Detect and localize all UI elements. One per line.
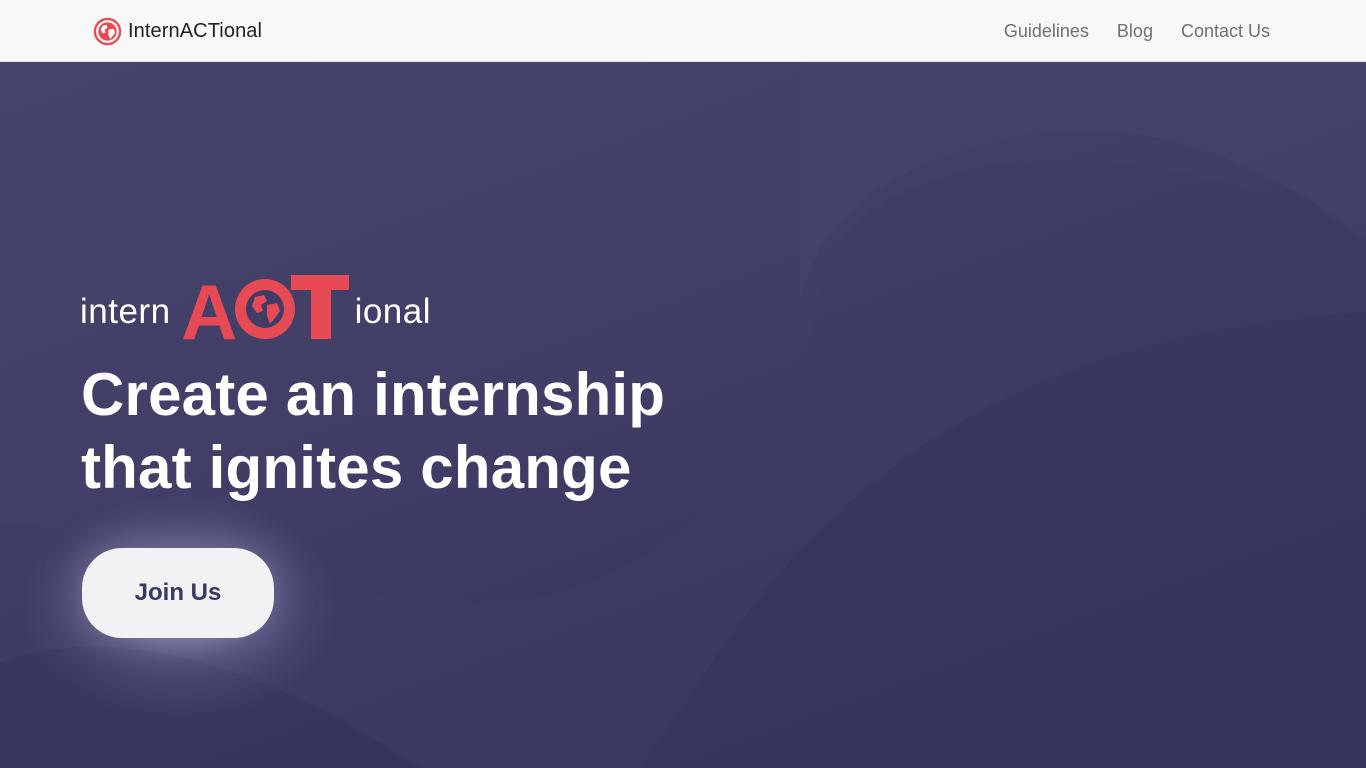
logo-suffix: ional xyxy=(354,292,432,331)
nav-link-guidelines[interactable]: Guidelines xyxy=(1004,19,1089,43)
act-globe-logo-icon: A xyxy=(181,271,349,343)
brand-link[interactable]: InternACTional xyxy=(93,16,262,46)
brand-name: InternACTional xyxy=(128,19,263,42)
hero-title-line-2: that ignites change xyxy=(81,434,632,501)
navbar: InternACTional Guidelines Blog Contact U… xyxy=(0,0,1366,62)
nav-links: Guidelines Blog Contact Us xyxy=(1004,19,1270,43)
hero-title-line-1: Create an internship xyxy=(81,361,666,428)
nav-link-blog[interactable]: Blog xyxy=(1117,19,1153,43)
svg-text:A: A xyxy=(181,271,236,343)
logo-prefix: intern xyxy=(80,292,171,331)
hero-title: Create an internship that ignites change xyxy=(81,358,721,504)
hero-logo: intern A ional xyxy=(80,271,431,343)
join-us-button[interactable]: Join Us xyxy=(82,548,274,638)
globe-icon xyxy=(93,17,122,45)
nav-link-contact-us[interactable]: Contact Us xyxy=(1181,19,1270,43)
hero-section: intern A ional Create an internship that… xyxy=(0,62,1366,768)
logo-act-mark: A xyxy=(179,271,351,343)
